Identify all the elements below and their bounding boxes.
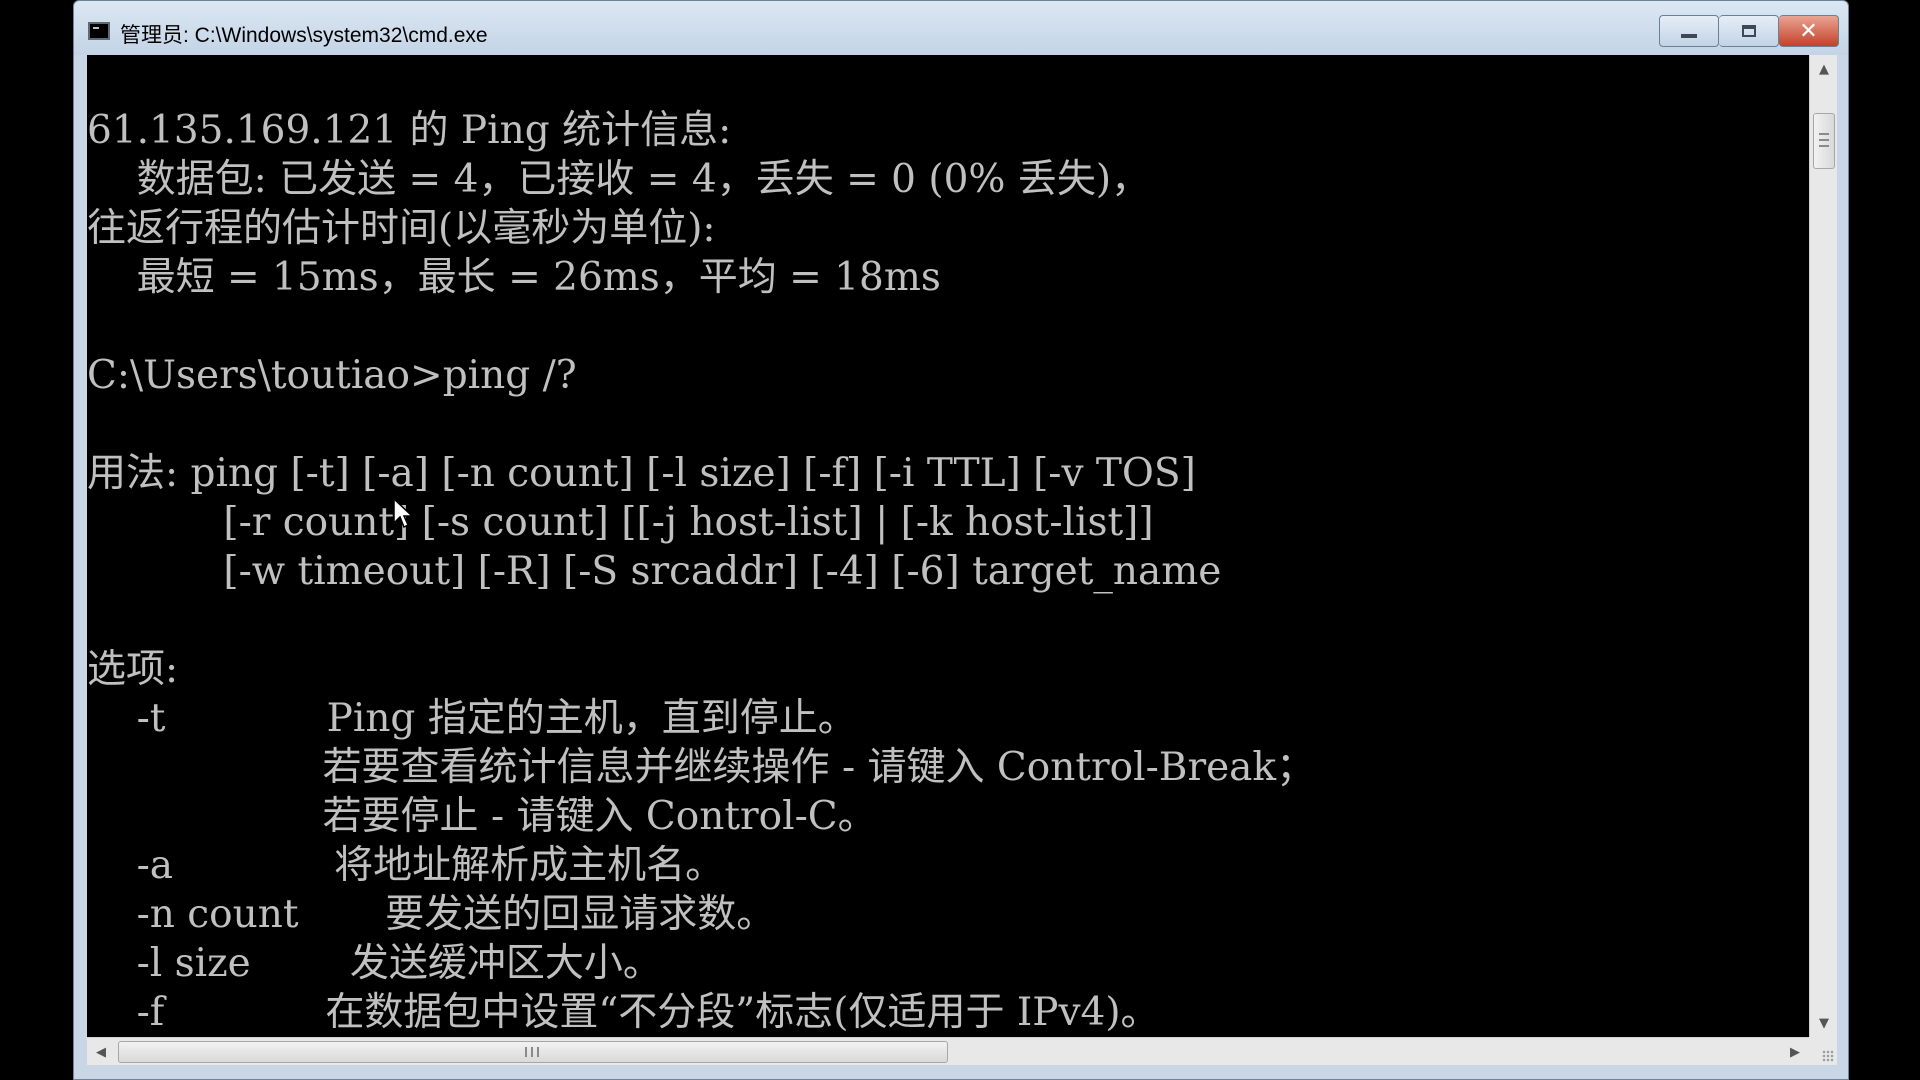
grip-line bbox=[1819, 139, 1829, 141]
window-title: 管理员: C:\Windows\system32\cmd.exe bbox=[120, 24, 488, 47]
console-line: 选项: bbox=[87, 647, 179, 692]
close-button[interactable]: ✕ bbox=[1779, 15, 1839, 47]
console-line: -t Ping 指定的主机，直到停止。 bbox=[87, 696, 857, 741]
grip-line bbox=[531, 1047, 533, 1057]
console-line: -a 将地址解析成主机名。 bbox=[87, 843, 725, 888]
console-line: -f 在数据包中设置“不分段”标志(仅适用于 IPv4)。 bbox=[87, 990, 1160, 1035]
console-line: [-r count] [-s count] [[-j host-list] | … bbox=[87, 500, 1154, 545]
cmd-window: 管理员: C:\Windows\system32\cmd.exe ✕ 61.13… bbox=[73, 0, 1849, 1080]
scroll-right-arrow-icon[interactable]: ▶ bbox=[1781, 1038, 1809, 1066]
mouse-pointer-icon bbox=[393, 498, 414, 529]
console-line: 数据包: 已发送 = 4，已接收 = 4，丢失 = 0 (0% 丢失)， bbox=[87, 157, 1151, 202]
vertical-scroll-thumb[interactable] bbox=[1813, 113, 1835, 169]
console-line: -l size 发送缓冲区大小。 bbox=[87, 941, 662, 986]
console-line: 最短 = 15ms，最长 = 26ms，平均 = 18ms bbox=[87, 255, 941, 300]
resize-grip-icon bbox=[1822, 1050, 1834, 1062]
console-line: C:\Users\toutiao>ping /? bbox=[87, 353, 577, 398]
minimize-button[interactable] bbox=[1659, 15, 1719, 47]
maximize-icon bbox=[1741, 25, 1756, 37]
maximize-button[interactable] bbox=[1719, 15, 1779, 47]
console-icon[interactable] bbox=[88, 22, 110, 40]
grip-line bbox=[1819, 145, 1829, 147]
console-line: 61.135.169.121 的 Ping 统计信息: bbox=[87, 108, 732, 153]
console-line: 往返行程的估计时间(以毫秒为单位): bbox=[87, 206, 716, 251]
grip-line bbox=[525, 1047, 527, 1057]
title-bar[interactable]: 管理员: C:\Windows\system32\cmd.exe bbox=[74, 1, 1848, 55]
scroll-left-arrow-icon[interactable]: ◀ bbox=[87, 1038, 115, 1066]
console-output[interactable]: 61.135.169.121 的 Ping 统计信息: 数据包: 已发送 = 4… bbox=[87, 55, 1809, 1037]
console-line: -n count 要发送的回显请求数。 bbox=[87, 892, 776, 937]
console-line: 用法: ping [-t] [-a] [-n count] [-l size] … bbox=[87, 451, 1196, 496]
console-line: 若要停止 - 请键入 Control-C。 bbox=[87, 794, 877, 839]
minimize-icon bbox=[1681, 34, 1697, 38]
horizontal-scroll-thumb[interactable] bbox=[118, 1041, 948, 1063]
close-icon: ✕ bbox=[1799, 18, 1818, 44]
vertical-scrollbar[interactable]: ▲ ▼ bbox=[1809, 55, 1837, 1037]
console-line: 若要查看统计信息并继续操作 - 请键入 Control-Break； bbox=[87, 745, 1316, 790]
horizontal-scrollbar[interactable]: ◀ ▶ bbox=[87, 1037, 1809, 1065]
grip-line bbox=[537, 1047, 539, 1057]
scroll-up-arrow-icon[interactable]: ▲ bbox=[1810, 55, 1838, 83]
grip-line bbox=[1819, 133, 1829, 135]
console-line: [-w timeout] [-R] [-S srcaddr] [-4] [-6]… bbox=[87, 549, 1222, 594]
scroll-down-arrow-icon[interactable]: ▼ bbox=[1810, 1009, 1838, 1037]
resize-corner[interactable] bbox=[1809, 1037, 1837, 1065]
